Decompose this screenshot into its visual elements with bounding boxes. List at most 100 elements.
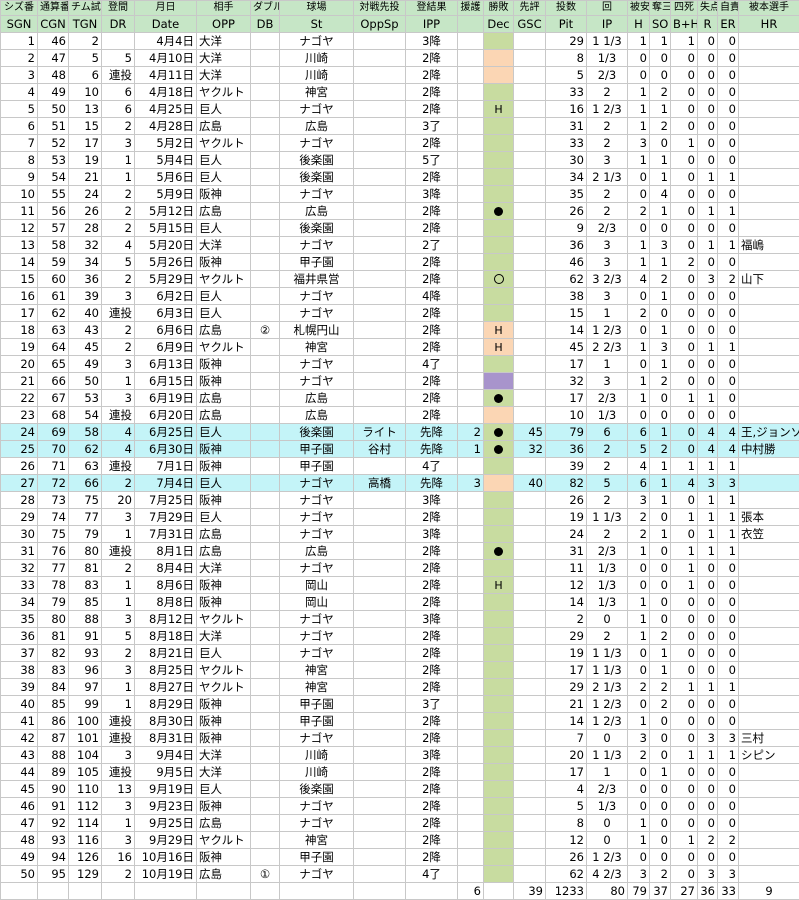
- cell-gsc: [514, 271, 546, 288]
- cell-pit: 10: [546, 407, 587, 424]
- cell-bh: 0: [671, 662, 698, 679]
- cell-gsc: [514, 186, 546, 203]
- cell-dec: [484, 407, 514, 424]
- cell-sup: [458, 67, 484, 84]
- cell-ip: 1 1/3: [587, 747, 628, 764]
- cell-ipp: 2降: [406, 849, 458, 866]
- cell-opp: 阪神: [197, 713, 251, 730]
- cell-er: 0: [718, 101, 739, 118]
- cell-tgn: 19: [69, 152, 102, 169]
- header-gsc: 先評: [514, 1, 546, 16]
- cell-r: 1: [698, 492, 718, 509]
- cell-so: 0: [650, 305, 671, 322]
- cell-sup: [458, 237, 484, 254]
- header-sup: [458, 16, 484, 33]
- cell-sgn: 18: [1, 322, 38, 339]
- cell-ipp: 3降: [406, 611, 458, 628]
- cell-h: 1: [628, 713, 650, 730]
- cell-tgn: 10: [69, 84, 102, 101]
- table-row: 25706246月30日阪神甲子園谷村先降13236252044中村勝: [1, 441, 799, 458]
- cell-cgn: 74: [38, 509, 69, 526]
- cell-cgn: 48: [38, 67, 69, 84]
- cell-gsc: [514, 696, 546, 713]
- cell-oppsp: [354, 288, 406, 305]
- cell-hr: 王,ジョンソン: [739, 424, 799, 441]
- cell-ip: 1/3: [587, 594, 628, 611]
- win-mark-icon: [494, 274, 504, 284]
- cell-so: 1: [650, 645, 671, 662]
- cell-r: 0: [698, 594, 718, 611]
- cell-db: [251, 424, 280, 441]
- cell-date: 7月1日: [135, 458, 197, 475]
- cell-r: 1: [698, 526, 718, 543]
- cell-ipp: 2降: [406, 322, 458, 339]
- table-row: 469111239月23日阪神ナゴヤ2降51/300000: [1, 798, 799, 815]
- total-empty: [69, 883, 102, 900]
- total-hr: 9: [739, 883, 799, 900]
- cell-bh: 0: [671, 781, 698, 798]
- cell-bh: 0: [671, 798, 698, 815]
- cell-pit: 21: [546, 696, 587, 713]
- cell-er: 0: [718, 764, 739, 781]
- cell-date: 6月30日: [135, 441, 197, 458]
- table-row: 29747737月29日巨人ナゴヤ2降191 1/320111張本: [1, 509, 799, 526]
- header-db: DB: [251, 16, 280, 33]
- cell-tgn: 50: [69, 373, 102, 390]
- cell-r: 0: [698, 118, 718, 135]
- cell-er: 2: [718, 271, 739, 288]
- cell-gsc: [514, 288, 546, 305]
- cell-ip: 2: [587, 203, 628, 220]
- cell-st: ナゴヤ: [280, 305, 354, 322]
- cell-opp: 阪神: [197, 254, 251, 271]
- cell-tgn: 58: [69, 424, 102, 441]
- cell-sup: [458, 866, 484, 883]
- cell-sup: [458, 118, 484, 135]
- cell-r: 0: [698, 645, 718, 662]
- cell-bh: 0: [671, 203, 698, 220]
- cell-st: 神宮: [280, 84, 354, 101]
- cell-pit: 62: [546, 866, 587, 883]
- cell-st: 札幌円山: [280, 322, 354, 339]
- cell-dec: [484, 764, 514, 781]
- cell-sgn: 3: [1, 67, 38, 84]
- cell-bh: 0: [671, 339, 698, 356]
- cell-h: 0: [628, 67, 650, 84]
- cell-so: 0: [650, 815, 671, 832]
- cell-sup: [458, 203, 484, 220]
- cell-er: 0: [718, 577, 739, 594]
- header-r: 失点: [698, 1, 718, 16]
- cell-ip: 2 2/3: [587, 339, 628, 356]
- cell-st: 川崎: [280, 67, 354, 84]
- cell-hr: [739, 254, 799, 271]
- cell-bh: 1: [671, 33, 698, 50]
- cell-st: ナゴヤ: [280, 628, 354, 645]
- table-row: 6511524月28日広島広島3了31212000: [1, 118, 799, 135]
- cell-hr: [739, 407, 799, 424]
- cell-db: [251, 696, 280, 713]
- cell-tgn: 79: [69, 526, 102, 543]
- cell-er: 1: [718, 543, 739, 560]
- cell-so: 0: [650, 611, 671, 628]
- table-row: 4590110139月19日巨人後楽園2降42/300000: [1, 781, 799, 798]
- cell-ipp: 3降: [406, 747, 458, 764]
- cell-h: 1: [628, 84, 650, 101]
- cell-date: 7月4日: [135, 475, 197, 492]
- cell-ip: 3: [587, 254, 628, 271]
- cell-h: 0: [628, 288, 650, 305]
- cell-sup: [458, 492, 484, 509]
- cell-sup: [458, 186, 484, 203]
- cell-st: 後楽園: [280, 220, 354, 237]
- cell-so: 0: [650, 509, 671, 526]
- cell-hr: [739, 322, 799, 339]
- cell-opp: 阪神: [197, 458, 251, 475]
- total-r: 36: [698, 883, 718, 900]
- cell-gsc: [514, 815, 546, 832]
- cell-hr: [739, 118, 799, 135]
- cell-dec: [484, 730, 514, 747]
- cell-opp: 阪神: [197, 373, 251, 390]
- cell-er: 0: [718, 356, 739, 373]
- stats-sheet: { "header_jp": ["シズ番","通算番","チム試","登間","…: [0, 0, 799, 849]
- cell-dec: [484, 645, 514, 662]
- cell-so: 2: [650, 441, 671, 458]
- cell-tgn: 116: [69, 832, 102, 849]
